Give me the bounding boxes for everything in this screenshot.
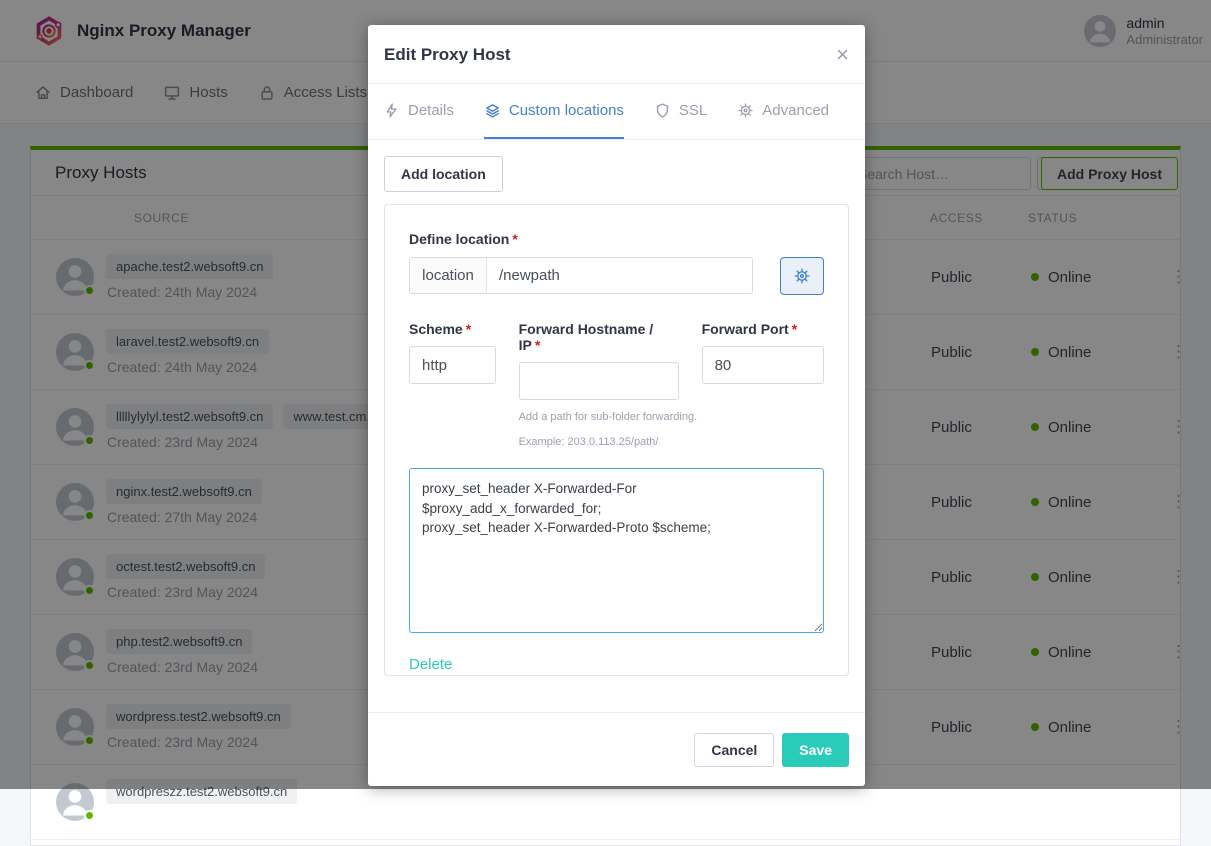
tab-custom-locations[interactable]: Custom locations: [484, 84, 624, 139]
location-path-group: location: [409, 257, 753, 294]
location-card: Define location* location Scheme*: [384, 204, 849, 676]
define-location-label: Define location*: [409, 231, 824, 247]
shield-icon: [654, 102, 671, 119]
tab-ssl[interactable]: SSL: [654, 84, 707, 139]
delete-location-link[interactable]: Delete: [409, 656, 452, 673]
tab-details[interactable]: Details: [383, 84, 454, 139]
location-settings-button[interactable]: [780, 257, 824, 295]
page-background: Nginx Proxy Manager admin Administrator …: [0, 0, 1211, 789]
gear-icon: [737, 102, 754, 119]
layers-icon: [484, 102, 501, 119]
modal-title: Edit Proxy Host: [384, 25, 511, 84]
required-asterisk: *: [512, 231, 517, 247]
lightning-icon: [383, 102, 400, 119]
tab-label: Details: [408, 102, 454, 119]
hostname-example-text: Example: 203.0.113.25/path/: [519, 436, 679, 448]
add-location-button[interactable]: Add location: [384, 156, 503, 192]
location-advanced-config-textarea[interactable]: proxy_set_header X-Forwarded-For $proxy_…: [409, 468, 824, 633]
scheme-label: Scheme*: [409, 321, 496, 337]
tab-label: Advanced: [762, 102, 829, 119]
required-asterisk: *: [466, 321, 471, 337]
hostname-help-text: Add a path for sub-folder forwarding.: [519, 411, 679, 423]
tab-label: Custom locations: [509, 102, 624, 119]
required-asterisk: *: [535, 337, 540, 353]
tab-advanced[interactable]: Advanced: [737, 84, 829, 139]
edit-proxy-host-modal: Edit Proxy Host × Details Custom locatio…: [368, 25, 865, 786]
forward-hostname-input[interactable]: [519, 362, 679, 400]
modal-footer: Cancel Save: [368, 712, 865, 786]
modal-tabs: Details Custom locations SSL Advanced: [368, 84, 865, 140]
forward-port-input[interactable]: [702, 346, 824, 384]
forward-hostname-label: Forward Hostname / IP*: [519, 321, 679, 353]
required-asterisk: *: [792, 321, 797, 337]
save-button[interactable]: Save: [782, 733, 849, 767]
online-dot-icon: [84, 810, 95, 821]
forward-port-label: Forward Port*: [702, 321, 824, 337]
tab-label: SSL: [679, 102, 707, 119]
location-prefix: location: [410, 258, 487, 293]
gear-icon: [793, 267, 811, 285]
close-icon[interactable]: ×: [836, 25, 849, 84]
modal-body: Add location Define location* location: [368, 140, 865, 692]
cancel-button[interactable]: Cancel: [694, 733, 774, 767]
modal-header: Edit Proxy Host ×: [368, 25, 865, 84]
location-path-input[interactable]: [487, 258, 752, 293]
scheme-input[interactable]: [409, 346, 496, 384]
